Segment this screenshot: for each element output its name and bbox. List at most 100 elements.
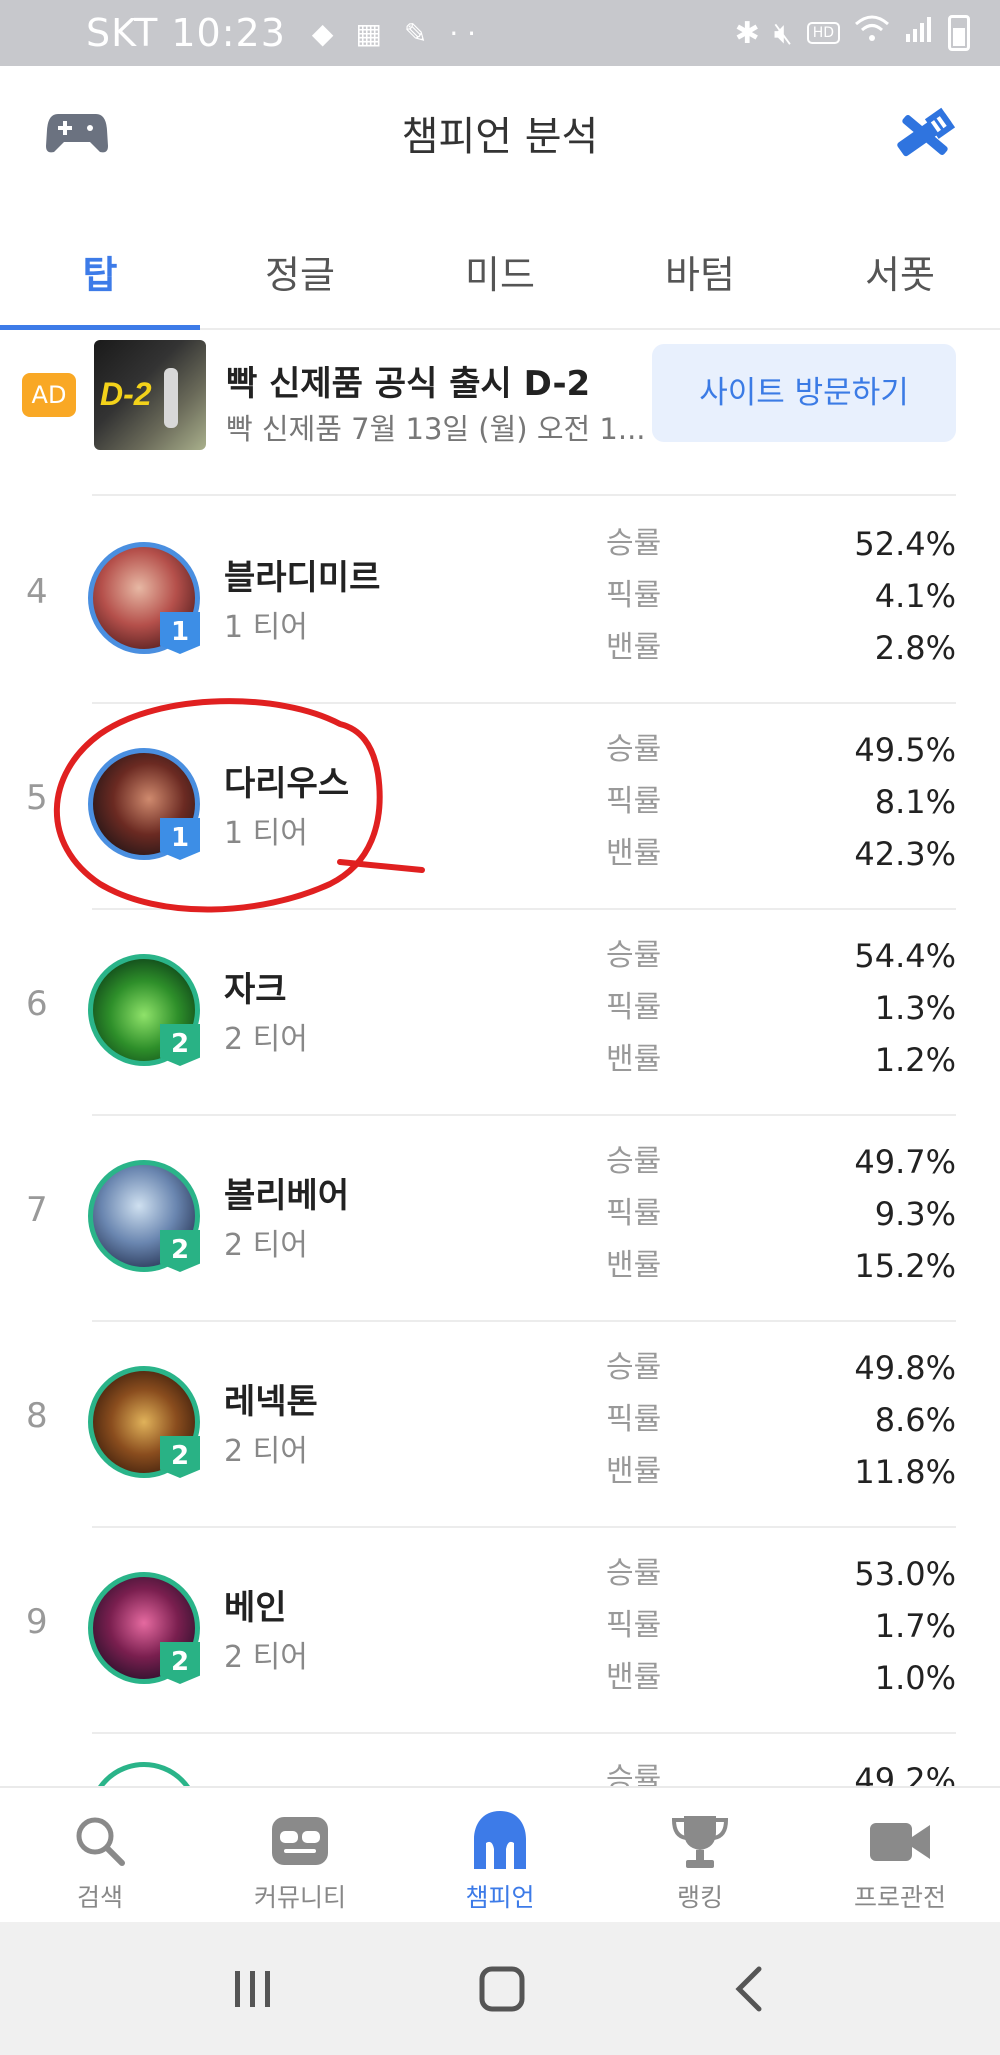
pick-rate-label: 픽률 bbox=[606, 990, 662, 1025]
champion-row[interactable]: 9 2 베인 2 티어 승률 픽률 밴률 53.0% 1.7% 1.0% bbox=[0, 1526, 1000, 1732]
stat-values: 52.4% 4.1% 2.8% bbox=[760, 518, 956, 674]
champion-row[interactable]: 7 2 볼리베어 2 티어 승률 픽률 밴률 49.7% 9.3% 15.2% bbox=[0, 1114, 1000, 1320]
stat-labels: 승률 픽률 밴률 bbox=[606, 724, 686, 880]
champion-row[interactable]: 6 2 자크 2 티어 승률 픽률 밴률 54.4% 1.3% 1.2% bbox=[0, 908, 1000, 1114]
recent-apps-icon[interactable] bbox=[231, 1967, 275, 2011]
ad-subtext: 빡 신제품 7월 13일 (월) 오전 1... bbox=[226, 412, 646, 446]
champion-tier: 2 티어 bbox=[224, 1640, 308, 1675]
home-icon[interactable] bbox=[478, 1965, 526, 2013]
ad-headline[interactable]: 빡 신제품 공식 출시 D-2 bbox=[226, 356, 590, 405]
champion-rank: 5 bbox=[26, 778, 48, 818]
ban-rate-label: 밴률 bbox=[606, 630, 662, 665]
champion-row[interactable]: 5 1 다리우스 1 티어 승률 픽률 밴률 49.5% 8.1% 42.3% bbox=[0, 702, 1000, 908]
search-icon bbox=[76, 1817, 125, 1866]
ad-thumbnail[interactable]: D-2 bbox=[94, 340, 206, 450]
stat-values: 53.0% 1.7% 1.0% bbox=[760, 1548, 956, 1704]
app-bar: 챔피언 분석 bbox=[0, 66, 1000, 204]
stat-values: 49.7% 9.3% 15.2% bbox=[760, 1136, 956, 1292]
champion-tier: 2 티어 bbox=[224, 1022, 308, 1057]
tier-badge: 2 bbox=[160, 1024, 200, 1066]
tools-icon[interactable] bbox=[890, 102, 960, 168]
system-nav-bar bbox=[0, 1922, 1000, 2055]
tier-badge: 2 bbox=[160, 1230, 200, 1272]
champion-row[interactable]: 4 1 블라디미르 1 티어 승률 픽률 밴률 52.4% 4.1% 2.8% bbox=[0, 496, 1000, 702]
helmet-icon bbox=[474, 1811, 526, 1869]
tier-badge: 1 bbox=[160, 818, 200, 860]
ad-badge: AD bbox=[22, 373, 76, 417]
pick-rate-value: 4.1% bbox=[874, 577, 956, 615]
nav-search[interactable]: 검색 bbox=[0, 1788, 200, 1922]
nav-champion[interactable]: 챔피언 bbox=[400, 1788, 600, 1922]
partial-champion-row[interactable]: 승률 49.2% bbox=[0, 1734, 1000, 1786]
visit-site-button[interactable]: 사이트 방문하기 bbox=[652, 344, 956, 442]
champion-rank: 8 bbox=[26, 1396, 48, 1436]
champion-rank: 6 bbox=[26, 984, 48, 1024]
nav-label: 챔피언 bbox=[465, 1883, 535, 1912]
more-notifications-indicator: · · bbox=[449, 16, 477, 50]
stat-values: 49.5% 8.1% 42.3% bbox=[760, 724, 956, 880]
status-bar: SKT 10:23 ◆ ▦ ✎ · · ✱ 🔇︎ HD bbox=[0, 0, 1000, 66]
pick-rate-value: 1.7% bbox=[874, 1607, 956, 1645]
bluetooth-icon: ✱ bbox=[734, 15, 760, 51]
pick-rate-label: 픽률 bbox=[606, 784, 662, 819]
champion-name: 레넥톤 bbox=[224, 1382, 318, 1422]
community-icon bbox=[272, 1817, 328, 1865]
tier-badge: 2 bbox=[160, 1436, 200, 1478]
win-rate-value: 49.7% bbox=[854, 1143, 956, 1181]
tab-mid[interactable]: 미드 bbox=[400, 204, 600, 328]
win-rate-label: 승률 bbox=[606, 938, 662, 973]
stat-labels: 승률픽률밴률 bbox=[606, 930, 686, 1086]
champion-name: 블라디미르 bbox=[224, 558, 381, 598]
nav-pro-view[interactable]: 프로관전 bbox=[800, 1788, 1000, 1922]
stat-value: 49.2% bbox=[854, 1761, 956, 1786]
champion-name: 다리우스 bbox=[224, 764, 350, 804]
nav-label: 커뮤니티 bbox=[253, 1883, 346, 1912]
win-rate-label: 승률 bbox=[606, 526, 662, 561]
ban-rate-label: 밴률 bbox=[606, 1660, 662, 1695]
mute-icon: 🔇︎ bbox=[773, 15, 793, 51]
ban-rate-label: 밴률 bbox=[606, 1454, 662, 1489]
champion-portrait bbox=[88, 1762, 200, 1786]
ban-rate-value: 1.2% bbox=[874, 1041, 956, 1079]
tier-badge: 2 bbox=[160, 1642, 200, 1684]
stat-labels: 승률 픽률 밴률 bbox=[606, 518, 686, 674]
win-rate-value: 49.8% bbox=[854, 1349, 956, 1387]
page-title: 챔피언 분석 bbox=[401, 114, 599, 160]
stat-labels: 승률 픽률 밴률 bbox=[606, 1342, 686, 1498]
win-rate-value: 52.4% bbox=[854, 525, 956, 563]
nav-ranking[interactable]: 랭킹 bbox=[600, 1788, 800, 1922]
champion-rank: 4 bbox=[26, 572, 48, 612]
nav-community[interactable]: 커뮤니티 bbox=[200, 1788, 400, 1922]
tab-support[interactable]: 서폿 bbox=[800, 204, 1000, 328]
win-rate-label: 승률 bbox=[606, 1144, 662, 1179]
win-rate-value: 53.0% bbox=[854, 1555, 956, 1593]
tab-bottom[interactable]: 바텀 bbox=[600, 204, 800, 328]
back-icon[interactable] bbox=[729, 1965, 769, 2013]
ban-rate-label: 밴률 bbox=[606, 1248, 662, 1283]
tab-top[interactable]: 탑 bbox=[0, 204, 200, 330]
champion-row[interactable]: 8 2 레넥톤 2 티어 승률 픽률 밴률 49.8% 8.6% 11.8% bbox=[0, 1320, 1000, 1526]
champion-name: 볼리베어 bbox=[224, 1176, 350, 1216]
feather-icon: ✎ bbox=[403, 16, 428, 50]
pick-rate-value: 8.6% bbox=[874, 1401, 956, 1439]
ban-rate-value: 2.8% bbox=[874, 629, 956, 667]
tab-jungle[interactable]: 정글 bbox=[200, 204, 400, 328]
app-notification-icon: ▦ bbox=[355, 16, 382, 50]
pick-rate-value: 1.3% bbox=[874, 989, 956, 1027]
champion-tier: 2 티어 bbox=[224, 1434, 308, 1469]
ban-rate-value: 15.2% bbox=[854, 1247, 956, 1285]
position-tabs: 탑 정글 미드 바텀 서폿 bbox=[0, 204, 1000, 330]
notification-icon: ◆ bbox=[311, 16, 334, 50]
champion-rank: 7 bbox=[26, 1190, 48, 1230]
stat-labels: 승률 픽률 밴률 bbox=[606, 1548, 686, 1704]
ad-banner[interactable]: AD D-2 빡 신제품 공식 출시 D-2 빡 신제품 7월 13일 (월) … bbox=[0, 330, 1000, 494]
ban-rate-value: 1.0% bbox=[874, 1659, 956, 1697]
pick-rate-label: 픽률 bbox=[606, 1608, 662, 1643]
champion-rank: 9 bbox=[26, 1602, 48, 1642]
hd-voice-icon: HD bbox=[806, 22, 840, 44]
ad-thumbnail-text: D-2 bbox=[100, 376, 152, 412]
ban-rate-label: 밴률 bbox=[606, 1042, 662, 1077]
ban-rate-label: 밴률 bbox=[606, 836, 662, 871]
win-rate-value: 49.5% bbox=[854, 731, 956, 769]
champion-name: 자크 bbox=[224, 970, 287, 1010]
